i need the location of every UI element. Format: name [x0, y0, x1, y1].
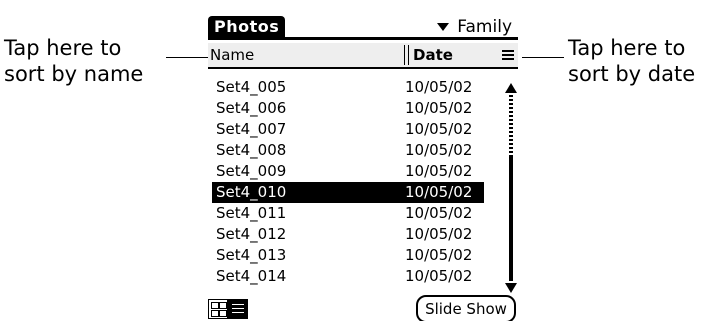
list-item[interactable]: Set4_008 10/05/02 [212, 140, 484, 161]
photo-name: Set4_012 [216, 225, 287, 243]
callout-sort-by-date: Tap here to sort by date [568, 36, 696, 86]
list-item[interactable]: Set4_007 10/05/02 [212, 119, 484, 140]
list-item[interactable]: Set4_009 10/05/02 [212, 161, 484, 182]
photo-name: Set4_011 [216, 204, 287, 222]
list-item[interactable]: Set4_006 10/05/02 [212, 98, 484, 119]
photo-name: Set4_014 [216, 267, 287, 285]
photo-date: 10/05/02 [405, 141, 473, 159]
photo-date: 10/05/02 [405, 246, 473, 264]
photo-name: Set4_007 [216, 120, 287, 138]
column-divider[interactable] [404, 45, 409, 65]
scrollbar[interactable] [505, 83, 517, 297]
category-picker[interactable]: Family [437, 16, 512, 38]
photo-date: 10/05/02 [405, 183, 473, 201]
scrollbar-thumb[interactable] [509, 155, 513, 281]
photo-date: 10/05/02 [405, 99, 473, 117]
photo-date: 10/05/02 [405, 120, 473, 138]
scroll-up-arrow-icon[interactable] [505, 83, 517, 93]
photo-name: Set4_008 [216, 141, 287, 159]
list-item[interactable]: Set4_010 10/05/02 [212, 182, 484, 203]
column-header-bar: Name Date [208, 43, 518, 69]
photo-name: Set4_013 [216, 246, 287, 264]
sort-lines-icon[interactable] [502, 48, 514, 61]
photo-name: Set4_010 [216, 183, 287, 201]
photo-date: 10/05/02 [405, 78, 473, 96]
list-item[interactable]: Set4_014 10/05/02 [212, 266, 484, 287]
photo-date: 10/05/02 [405, 225, 473, 243]
photo-date: 10/05/02 [405, 204, 473, 222]
view-toggle [208, 299, 248, 319]
photo-name: Set4_006 [216, 99, 287, 117]
scrollbar-track[interactable] [509, 95, 513, 153]
photo-name: Set4_005 [216, 78, 287, 96]
list-view-icon[interactable] [228, 299, 248, 319]
scroll-down-arrow-icon[interactable] [505, 283, 517, 293]
callout-right-leader-line [522, 57, 564, 58]
date-column-header[interactable]: Date [413, 43, 453, 67]
list-item[interactable]: Set4_012 10/05/02 [212, 224, 484, 245]
list-item[interactable]: Set4_005 10/05/02 [212, 77, 484, 98]
photo-date: 10/05/02 [405, 162, 473, 180]
photos-app-screen: Photos Family Name Date Set4_005 10/05/02… [202, 13, 520, 321]
list-item[interactable]: Set4_013 10/05/02 [212, 245, 484, 266]
photo-date: 10/05/02 [405, 267, 473, 285]
app-title: Photos [208, 16, 286, 38]
thumbnail-grid-icon[interactable] [208, 299, 228, 319]
callout-sort-by-name: Tap here to sort by name [4, 36, 144, 86]
list-item[interactable]: Set4_011 10/05/02 [212, 203, 484, 224]
slide-show-button[interactable]: Slide Show [416, 295, 516, 321]
name-column-header[interactable]: Name [210, 43, 254, 67]
category-label: Family [457, 17, 512, 37]
photo-name: Set4_009 [216, 162, 287, 180]
triangle-down-icon [437, 23, 450, 31]
